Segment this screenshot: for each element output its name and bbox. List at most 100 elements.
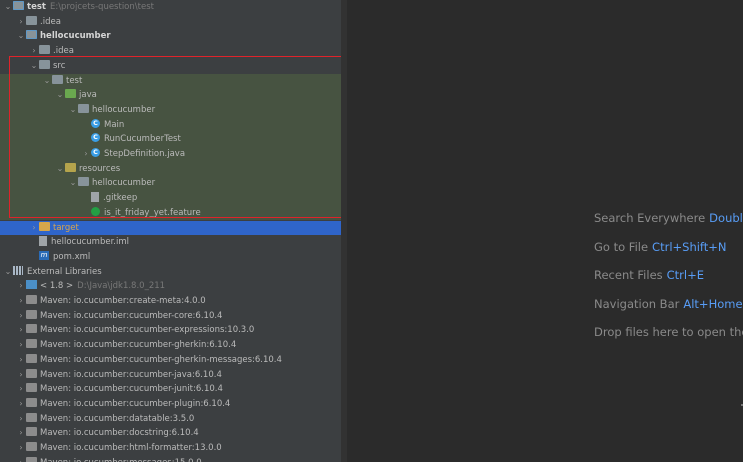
chevron-right-icon[interactable]: › [16,412,26,427]
tree-item[interactable]: ⌄ test [0,73,341,89]
tree-item[interactable]: › .idea [0,15,341,30]
chevron-right-icon[interactable]: › [81,147,91,162]
resources-folder-icon [65,162,76,172]
editor-empty-state: Search EverywhereDouble Go to FileCtrl+S… [347,0,743,462]
tree-item[interactable]: › < 1.8 > D:\Java\jdk1.8.0_211 [0,279,341,294]
tree-item-label: Maven: io.cucumber:cucumber-gherkin-mess… [40,354,282,365]
tree-item-label: hellocucumber [40,31,111,42]
tree-item-label: Maven: io.cucumber:datatable:3.5.0 [40,413,195,424]
chevron-right-icon[interactable]: › [16,441,26,456]
chevron-down-icon[interactable]: ⌄ [68,103,78,118]
module-icon [13,1,24,10]
tree-item[interactable]: › Maven: io.cucumber:cucumber-gherkin-mes… [0,353,341,368]
chevron-down-icon[interactable]: ⌄ [3,0,13,15]
chevron-right-icon[interactable]: › [29,44,39,59]
tree-item-label: Maven: io.cucumber:cucumber-expressions:… [40,325,255,336]
tree-item[interactable]: .gitkeep [0,191,341,206]
tree-item[interactable]: ⌄ src [0,59,341,74]
file-icon [39,235,47,246]
hint-label: Recent Files [594,268,663,282]
chevron-down-icon[interactable]: ⌄ [29,59,39,74]
tree-item-label: Maven: io.cucumber:cucumber-gherkin:6.10… [40,340,237,351]
chevron-right-icon[interactable]: › [16,279,26,294]
chevron-right-icon[interactable]: › [16,353,26,368]
tree-item[interactable]: › Maven: io.cucumber:datatable:3.5.0 [0,412,341,427]
hint-go-to-file: Go to File Ctrl+Shift+N [594,240,727,254]
chevron-right-icon[interactable]: › [16,338,26,353]
chevron-right-icon[interactable]: › [29,221,39,236]
tree-item-label: Maven: io.cucumber:docstring:6.10.4 [40,428,199,439]
project-tree-panel[interactable]: ⌄ test E:\projcets-question\test › .idea ⌄ hel… [0,0,341,462]
tree-item-label: hellocucumber [92,104,156,115]
hint-shortcut: Alt+Home [683,297,743,311]
tree-item-label: hellocucumber.iml [51,237,129,248]
source-folder-icon [65,89,76,99]
jdk-icon [26,280,37,290]
tree-item-label: < 1.8 > [40,281,74,292]
tree-item[interactable]: › .idea [0,44,341,59]
java-class-icon: C [91,133,100,143]
tree-item[interactable]: › target [0,220,341,236]
tree-item-label: External Libraries [27,266,102,277]
tree-item[interactable]: ⌄ hellocucumber [0,102,341,118]
library-icon [26,368,37,378]
chevron-right-icon[interactable]: › [16,15,26,30]
tree-item-label: Maven: io.cucumber:create-meta:4.0.0 [40,296,206,306]
library-icon [26,383,37,393]
tree-item[interactable]: › Maven: io.cucumber:cucumber-java:6.10.4 [0,368,341,383]
tree-item[interactable]: › Maven: io.cucumber:html-formatter:13.0.… [0,441,341,456]
tree-item-label: java [79,90,97,101]
chevron-right-icon[interactable]: › [16,456,26,462]
tree-item[interactable]: ⌄ test E:\projcets-question\test [0,0,341,15]
library-icon [26,427,37,437]
chevron-right-icon[interactable]: › [16,426,26,441]
tree-item[interactable]: m pom.xml [0,250,341,265]
tree-item[interactable]: is_it_friday_yet.feature [0,205,341,221]
tree-item[interactable]: › Maven: io.cucumber:cucumber-plugin:6.10… [0,397,341,412]
folder-icon [39,45,50,55]
tree-item[interactable]: › Maven: io.cucumber:cucumber-gherkin:6.1… [0,338,341,353]
hint-shortcut: Ctrl+Shift+N [652,240,727,254]
maven-icon: m [39,250,49,260]
tree-item[interactable]: › Maven: io.cucumber:docstring:6.10.4 [0,426,341,441]
chevron-right-icon[interactable]: › [16,323,26,338]
tree-item-label: .idea [40,16,61,27]
tree-item[interactable]: C Main [0,117,341,133]
cucumber-feature-icon [91,206,100,216]
tree-item[interactable]: › Maven: io.cucumber:messages:15.0.0 [0,456,341,462]
folder-icon [52,74,63,84]
tree-item[interactable]: › Maven: io.cucumber:create-meta:4.0.0 [0,294,341,309]
chevron-down-icon[interactable]: ⌄ [55,162,65,177]
tree-item[interactable]: › Maven: io.cucumber:cucumber-core:6.10.4 [0,309,341,324]
tree-item[interactable]: C RunCucumberTest [0,132,341,147]
chevron-right-icon[interactable]: › [16,382,26,397]
chevron-right-icon[interactable]: › [16,368,26,383]
tree-item[interactable]: ⌄ resources [0,161,341,177]
tree-item[interactable]: › Maven: io.cucumber:cucumber-expressions… [0,323,341,338]
chevron-right-icon[interactable]: › [16,397,26,412]
hint-label: Drop files here to open the [594,325,743,339]
tree-item[interactable]: ⌄ External Libraries [0,265,341,280]
tree-item-path: D:\Java\jdk1.8.0_211 [77,281,166,292]
tree-item-label: Maven: io.cucumber:cucumber-java:6.10.4 [40,369,222,380]
hint-shortcut: Ctrl+E [666,268,705,282]
tree-item[interactable]: › C StepDefinition.java [0,147,341,162]
tree-item-label: Maven: io.cucumber:cucumber-junit:6.10.4 [40,384,223,395]
chevron-down-icon[interactable]: ⌄ [16,29,26,44]
library-icon [26,295,37,304]
tree-item-path: E:\projcets-question\test [49,2,154,12]
tree-item[interactable]: ⌄ java [0,88,341,103]
chevron-down-icon[interactable]: ⌄ [68,176,78,191]
tree-item[interactable]: ⌄ hellocucumber [0,176,341,192]
chevron-down-icon[interactable]: ⌄ [55,88,65,103]
chevron-down-icon[interactable]: ⌄ [3,265,13,280]
hint-label: Navigation Bar [594,297,680,311]
hint-label: Go to File [594,240,649,254]
tree-item[interactable]: hellocucumber.iml [0,235,341,250]
tree-item[interactable]: › Maven: io.cucumber:cucumber-junit:6.10.… [0,382,341,397]
chevron-right-icon[interactable]: › [16,294,26,309]
chevron-right-icon[interactable]: › [16,309,26,324]
chevron-down-icon[interactable]: ⌄ [42,74,52,89]
tree-item[interactable]: ⌄ hellocucumber [0,29,341,44]
folder-icon [39,59,50,69]
